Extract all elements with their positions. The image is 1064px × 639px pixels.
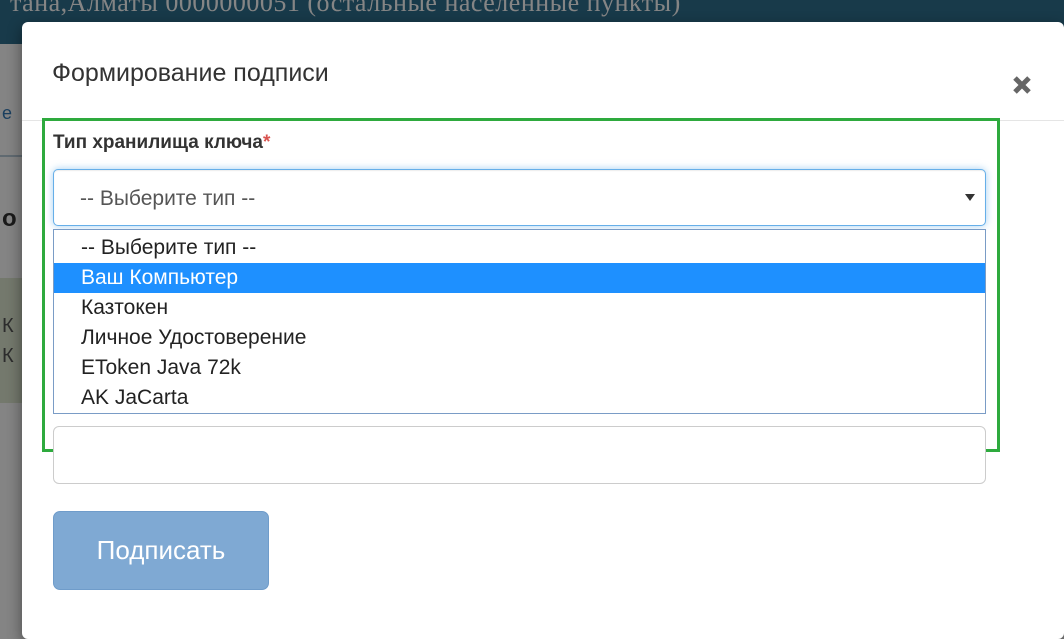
chevron-down-icon xyxy=(965,194,975,201)
dropdown-option[interactable]: Личное Удостоверение xyxy=(54,323,985,353)
dropdown-option-highlighted[interactable]: Ваш Компьютер xyxy=(54,263,985,293)
required-mark: * xyxy=(262,132,271,153)
key-storage-label: Тип хранилища ключа* xyxy=(53,132,270,154)
key-storage-label-text: Тип хранилища ключа xyxy=(53,132,263,153)
dropdown-option[interactable]: AK JaCarta xyxy=(54,383,985,413)
sign-button[interactable]: Подписать xyxy=(53,511,269,590)
modal-header: Формирование подписи xyxy=(22,22,1064,121)
close-button[interactable] xyxy=(1010,72,1036,98)
dropdown-option[interactable]: Казтокен xyxy=(54,293,985,323)
close-icon xyxy=(1013,76,1031,94)
dropdown-option[interactable]: -- Выберите тип -- xyxy=(54,233,985,263)
password-input[interactable] xyxy=(53,426,986,484)
dropdown-option[interactable]: EToken Java 72k xyxy=(54,353,985,383)
key-storage-select-value: -- Выберите тип -- xyxy=(80,187,256,210)
modal-title: Формирование подписи xyxy=(52,59,329,87)
key-storage-select[interactable]: -- Выберите тип -- xyxy=(53,169,986,226)
key-storage-dropdown-list: -- Выберите тип -- Ваш Компьютер Казтоке… xyxy=(53,229,986,414)
